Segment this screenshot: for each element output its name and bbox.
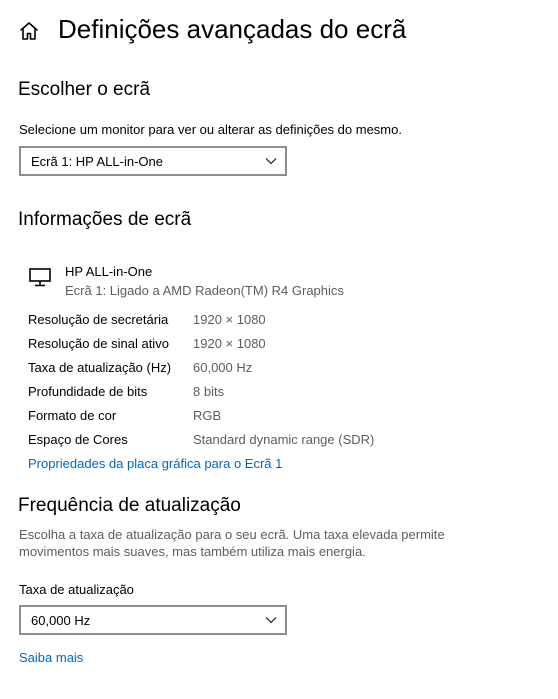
info-value: RGB: [193, 408, 222, 423]
info-value: 8 bits: [193, 384, 225, 399]
chevron-down-icon: [265, 158, 277, 165]
info-key: Resolução de sinal ativo: [28, 336, 169, 351]
info-value: 60,000 Hz: [193, 360, 253, 375]
choose-display-description: Selecione um monitor para ver ou alterar…: [19, 122, 402, 137]
home-icon[interactable]: [18, 20, 40, 42]
monitor-subtitle: Ecrã 1: Ligado a AMD Radeon(TM) R4 Graph…: [65, 283, 344, 298]
info-value: Standard dynamic range (SDR): [193, 432, 375, 447]
learn-more-link[interactable]: Saiba mais: [19, 649, 83, 667]
info-key: Profundidade de bits: [28, 384, 148, 399]
refresh-rate-heading: Frequência de atualização: [18, 495, 241, 516]
display-select[interactable]: Ecrã 1: HP ALL-in-One: [19, 146, 287, 176]
refresh-rate-label: Taxa de atualização: [19, 582, 134, 597]
refresh-rate-select[interactable]: 60,000 Hz: [19, 605, 287, 635]
refresh-description-line1: Escolha a taxa de atualização para o seu…: [19, 527, 445, 542]
info-key: Espaço de Cores: [28, 432, 128, 447]
monitor-name: HP ALL-in-One: [65, 264, 153, 279]
chevron-down-icon: [265, 617, 277, 624]
refresh-description-line2: movimentos mais suaves, mas também utili…: [19, 544, 366, 559]
adapter-properties-link[interactable]: Propriedades da placa gráfica para o Ecr…: [28, 455, 282, 473]
info-key: Taxa de atualização (Hz): [28, 360, 172, 375]
display-info-heading: Informações de ecrã: [18, 209, 192, 230]
display-select-value: Ecrã 1: HP ALL-in-One: [31, 154, 163, 169]
monitor-icon: [29, 268, 51, 287]
choose-display-heading: Escolher o ecrã: [18, 79, 151, 100]
page-title: Definições avançadas do ecrã: [58, 14, 407, 44]
info-value: 1920 × 1080: [193, 336, 266, 351]
info-value: 1920 × 1080: [193, 312, 266, 327]
info-key: Resolução de secretária: [28, 312, 169, 327]
refresh-rate-value: 60,000 Hz: [31, 613, 91, 628]
info-key: Formato de cor: [28, 408, 117, 423]
